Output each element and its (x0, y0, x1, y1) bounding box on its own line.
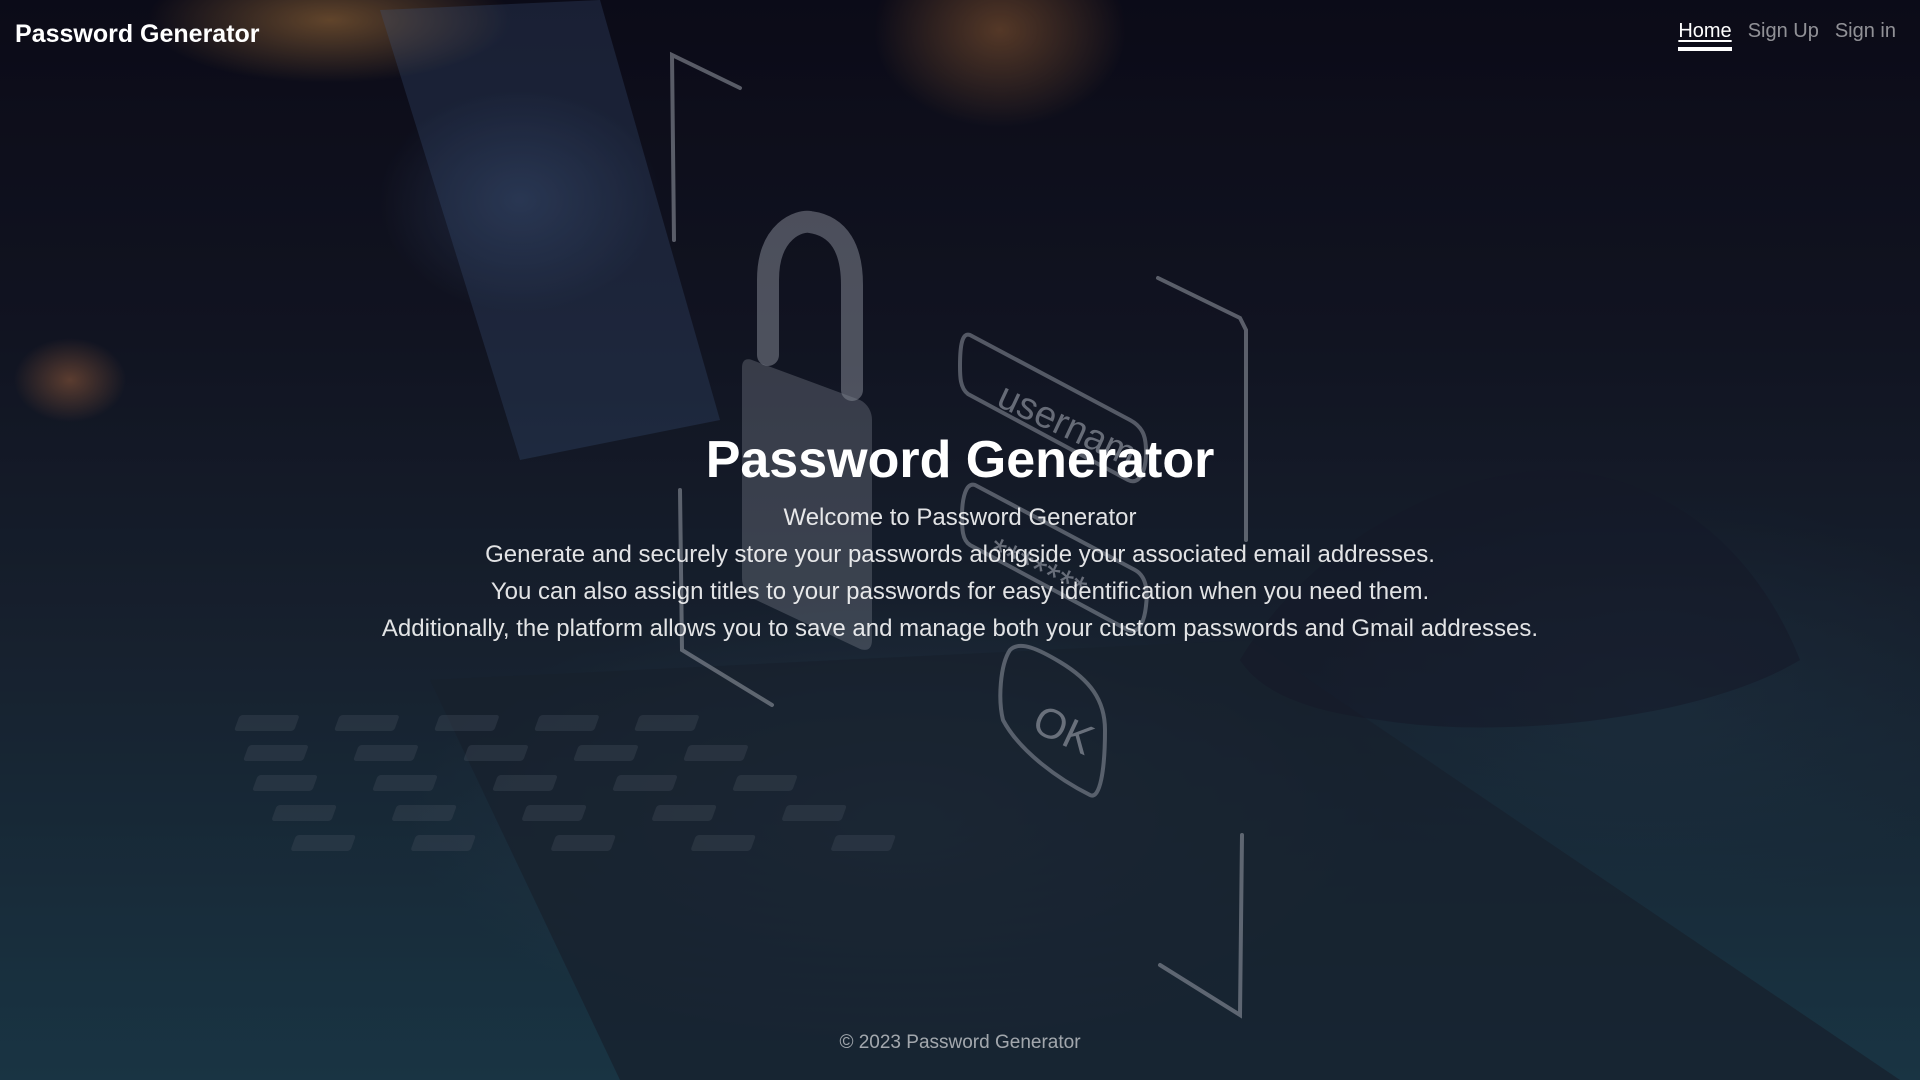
navbar: Password Generator Home Sign Up Sign in (0, 0, 1920, 70)
nav-links: Home Sign Up Sign in (1678, 20, 1896, 51)
page-background: usernam ******* OK Password Generator Ho… (0, 0, 1920, 1080)
hero-section: Password Generator Welcome to Password G… (0, 425, 1920, 647)
brand-link[interactable]: Password Generator (15, 20, 260, 49)
nav-link-sign-in[interactable]: Sign in (1835, 20, 1896, 51)
hero-description-line: Generate and securely store your passwor… (485, 541, 1435, 568)
nav-link-home[interactable]: Home (1678, 20, 1732, 51)
nav-link-sign-up[interactable]: Sign Up (1748, 20, 1819, 51)
hero-welcome-text: Welcome to Password Generator (783, 504, 1137, 531)
hero-description-line: Additionally, the platform allows you to… (381, 615, 1539, 642)
hero-title: Password Generator (705, 431, 1215, 489)
hero-description-line: You can also assign titles to your passw… (490, 578, 1430, 605)
footer-copyright: © 2023 Password Generator (839, 1032, 1081, 1053)
